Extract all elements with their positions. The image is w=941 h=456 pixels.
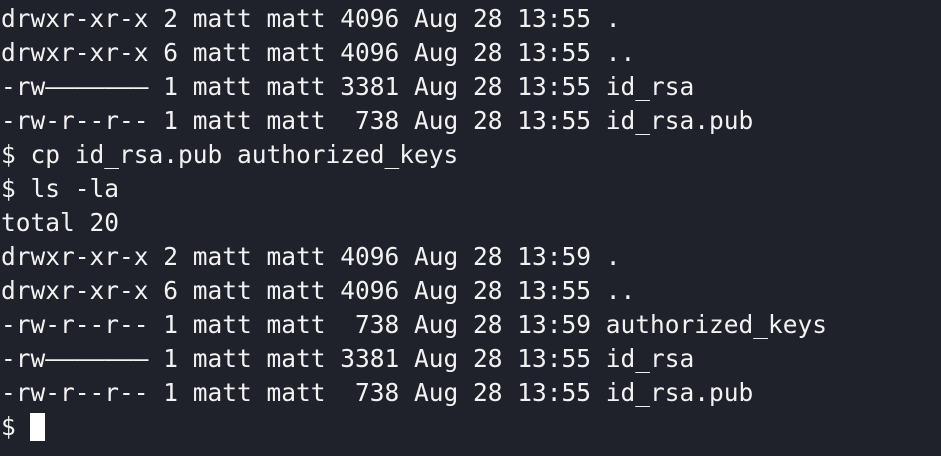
prompt-symbol: $: [1, 412, 16, 441]
terminal-output-line: drwxr-xr-x 2 matt matt 4096 Aug 28 13:59…: [1, 242, 621, 271]
terminal-output-line: -rw-r--r-- 1 matt matt 738 Aug 28 13:55 …: [1, 106, 754, 135]
terminal-output-line: drwxr-xr-x 2 matt matt 4096 Aug 28 13:55…: [1, 4, 621, 33]
terminal-output-line: drwxr-xr-x 6 matt matt 4096 Aug 28 13:55…: [1, 276, 636, 305]
terminal-output-line: total 20: [1, 208, 120, 237]
terminal-command-line: $ ls -la: [1, 174, 120, 203]
terminal-output-line: -rw-r--r-- 1 matt matt 738 Aug 28 13:59 …: [1, 310, 828, 339]
terminal-output-line: drwxr-xr-x 6 matt matt 4096 Aug 28 13:55…: [1, 38, 636, 67]
terminal-command-line: $ cp id_rsa.pub authorized_keys: [1, 140, 459, 169]
terminal-cursor[interactable]: [29, 413, 45, 441]
terminal-output-line: -rw——————— 1 matt matt 3381 Aug 28 13:55…: [1, 344, 695, 373]
terminal-output-line: -rw——————— 1 matt matt 3381 Aug 28 13:55…: [1, 72, 695, 101]
terminal-window[interactable]: drwxr-xr-x 2 matt matt 4096 Aug 28 13:55…: [0, 0, 941, 456]
terminal-prompt-line[interactable]: $: [1, 410, 941, 444]
terminal-output-line: -rw-r--r-- 1 matt matt 738 Aug 28 13:55 …: [1, 378, 754, 407]
